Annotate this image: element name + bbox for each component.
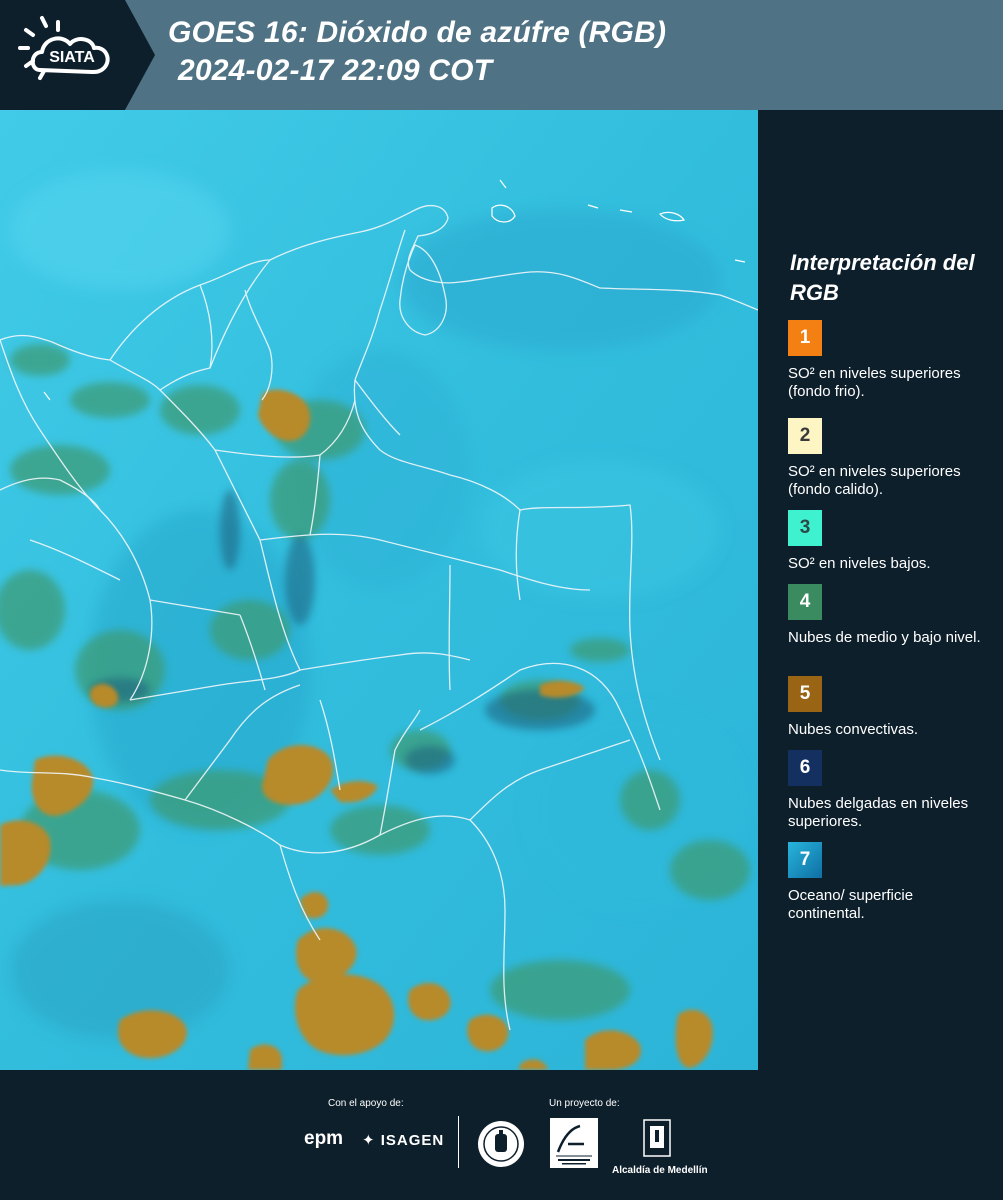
legend-swatch-1: 1 (788, 320, 822, 356)
title-line-2: 2024-02-17 22:09 COT (178, 54, 493, 87)
legend-label-5: Nubes convectivas. (788, 721, 919, 738)
area-metropolitana-logo (550, 1118, 598, 1168)
legend-swatch-7: 7 (788, 842, 822, 878)
legend-label-1: SO² en niveles superiores (fondo frio). (788, 365, 961, 400)
legend-swatch-4: 4 (788, 584, 822, 620)
alcaldia-medellin-logo: Alcaldía de Medellín (612, 1118, 708, 1176)
legend-swatch-6: 6 (788, 750, 822, 786)
legend-item-6: 6 Nubes delgadas en niveles superiores. (788, 750, 993, 831)
footer-divider (458, 1116, 459, 1168)
legend-label-6: Nubes delgadas en niveles superiores. (788, 795, 969, 830)
footer: Con el apoyo de: Un proyecto de: epm ✦ I… (0, 1070, 1003, 1200)
legend-item-2: 2 SO² en niveles superiores (fondo calid… (788, 418, 993, 499)
legend-swatch-2: 2 (788, 418, 822, 454)
title-line-1: GOES 16: Dióxido de azúfre (RGB) (168, 16, 667, 49)
legend-label-3: SO² en niveles bajos. (788, 555, 931, 572)
siata-logo-text: SIATA (49, 49, 95, 66)
legend-item-5: 5 Nubes convectivas. (788, 676, 993, 739)
legend-item-3: 3 SO² en niveles bajos. (788, 510, 993, 573)
support-caption: Con el apoyo de: (328, 1098, 404, 1109)
legend-item-1: 1 SO² en niveles superiores (fondo frio)… (788, 320, 993, 401)
legend-item-4: 4 Nubes de medio y bajo nivel. (788, 584, 993, 647)
legend-panel: Interpretación del RGB 1 SO² en niveles … (758, 110, 1003, 1070)
legend-label-7: Oceano/ superficie continental. (788, 887, 914, 922)
legend-item-7: 7 Oceano/ superficie continental. (788, 842, 993, 923)
legend-swatch-3: 3 (788, 510, 822, 546)
legend-swatch-5: 5 (788, 676, 822, 712)
medellin-seal-logo (477, 1120, 525, 1173)
page-title: GOES 16: Dióxido de azúfre (RGB) 2024-02… (168, 14, 666, 90)
isagen-logo-text: ISAGEN (380, 1132, 445, 1149)
siata-logo: SIATA (0, 0, 155, 110)
project-caption: Un proyecto de: (549, 1098, 620, 1109)
isagen-mark-icon: ✦ (362, 1132, 376, 1149)
legend-label-4: Nubes de medio y bajo nivel. (788, 629, 981, 646)
satellite-map (0, 110, 758, 1070)
legend-title: Interpretación del RGB (790, 250, 975, 305)
epm-logo: epm (304, 1128, 344, 1149)
alcaldia-text: Alcaldía de Medellín (612, 1165, 708, 1176)
legend-label-2: SO² en niveles superiores (fondo calido)… (788, 463, 961, 498)
isagen-logo: ✦ ISAGEN (362, 1131, 444, 1149)
header-bar: SIATA GOES 16: Dióxido de azúfre (RGB) 2… (0, 0, 1003, 110)
